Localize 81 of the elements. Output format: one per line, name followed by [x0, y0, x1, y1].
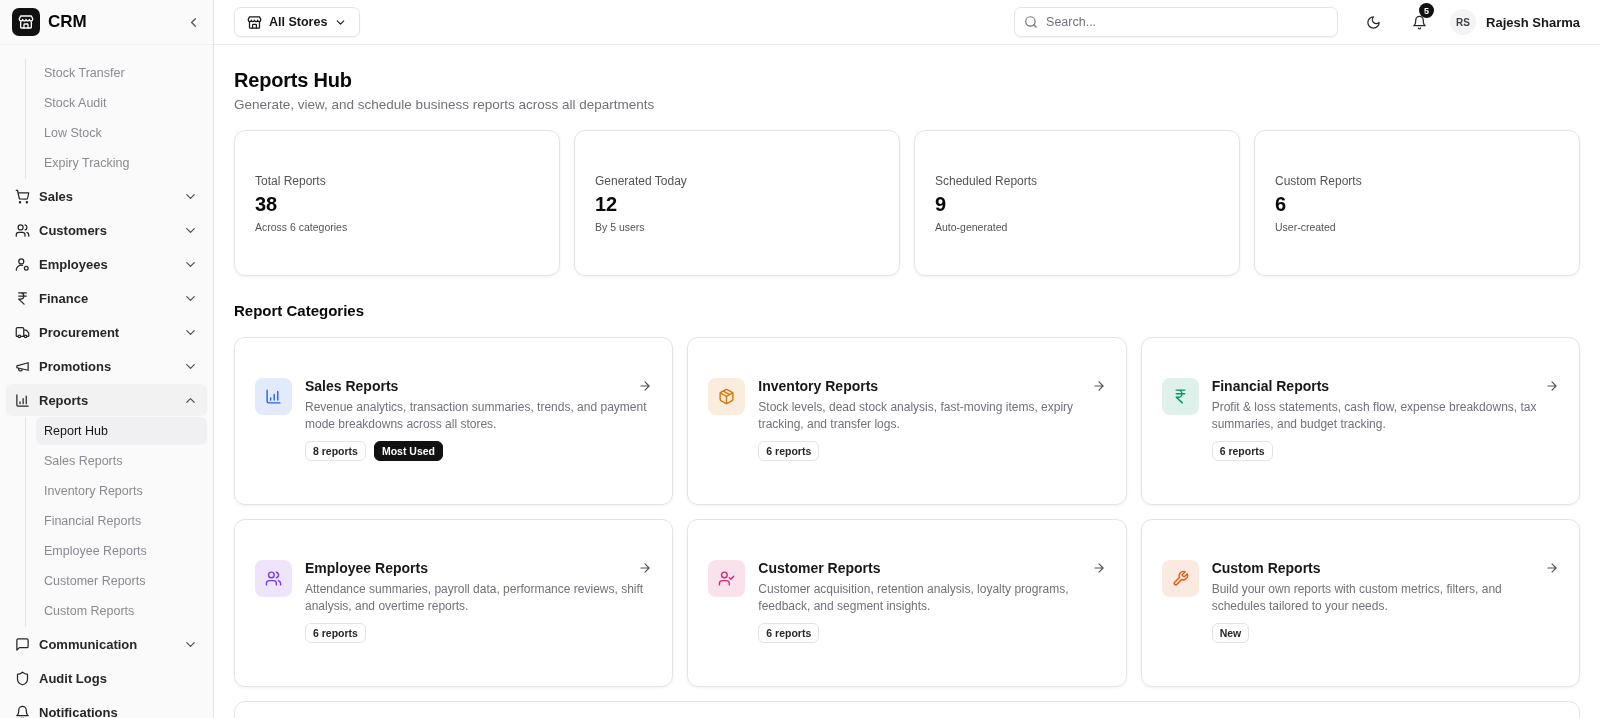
- category-description: Revenue analytics, transaction summaries, trends, and payment mode breakdowns across all stores.: [305, 399, 648, 433]
- arrow-right-icon: [1545, 379, 1559, 393]
- sidebar-item[interactable]: Promotions: [6, 350, 207, 382]
- stat-note: Across 6 categories: [255, 220, 349, 233]
- category-card[interactable]: Financial Reports Profit & loss statements, cash flow, expense breakdowns, tax summaries, and budget tracking. 6 reports: [1140, 337, 1580, 505]
- stat-note: User-created: [1275, 220, 1337, 233]
- user-name[interactable]: Rajesh Sharma: [1486, 14, 1580, 30]
- page-title: Reports Hub: [234, 69, 353, 92]
- category-card[interactable]: Custom Reports Build your own reports with custom metrics, filters, and schedules tailored to your needs. New: [1140, 519, 1580, 687]
- count-tag: 6 reports: [758, 441, 820, 461]
- category-card[interactable]: Employee Reports Attendance summaries, payroll data, performance reviews, shift analysis, and overtime reports. 6 reports: [234, 519, 674, 687]
- arrow-right-icon: [1091, 561, 1106, 575]
- count-tag: 6 reports: [758, 623, 820, 643]
- stat-label: Custom Reports: [1275, 173, 1363, 188]
- count-tag: 6 reports: [1211, 441, 1273, 461]
- highlight-badge: Most Used: [373, 441, 444, 461]
- count-tag: New: [1211, 623, 1250, 643]
- rupee-icon: [15, 290, 30, 306]
- stat-value: 38: [255, 192, 279, 216]
- notifications-icon: [1411, 14, 1427, 30]
- arrow-right-icon: [638, 561, 653, 575]
- arrow-right-icon: [638, 379, 653, 393]
- stat-label: Generated Today: [595, 173, 688, 188]
- sidebar-item[interactable]: Sales: [6, 180, 207, 212]
- stat-label: Total Reports: [255, 173, 327, 188]
- category-description: Customer acquisition, retention analysis, loyalty programs, feedback, and segment insights.: [758, 581, 1070, 615]
- category-title: Customer Reports: [758, 560, 881, 576]
- sidebar-item[interactable]: Communication: [6, 628, 207, 660]
- cart-icon: [15, 188, 30, 204]
- sidebar-item[interactable]: Notifications: [6, 696, 207, 718]
- category-title: Sales Reports: [305, 378, 399, 394]
- category-description: Build your own reports with custom metrics, filters, and schedules tailored to your needs.: [1211, 581, 1503, 615]
- store-icon: [18, 14, 34, 30]
- arrow-right-icon: [1091, 379, 1106, 393]
- notification-count-badge: 5: [1419, 3, 1435, 18]
- notifications-icon: [15, 704, 30, 718]
- stat-value: 6: [1275, 192, 1288, 216]
- app-name: CRM: [48, 12, 88, 32]
- submenu-item[interactable]: Report Hub: [36, 417, 207, 445]
- sidebar-item[interactable]: Audit Logs: [6, 662, 207, 694]
- category-title: Financial Reports: [1211, 378, 1330, 394]
- box-icon: [718, 388, 736, 405]
- people-icon: [15, 222, 30, 238]
- sidebar-item[interactable]: Procurement: [6, 316, 207, 348]
- search-field[interactable]: Search...: [1014, 7, 1339, 37]
- category-title: Custom Reports: [1211, 560, 1321, 576]
- sidebar-item[interactable]: Finance: [6, 282, 207, 314]
- stat-value: 9: [935, 192, 948, 216]
- category-card[interactable]: Inventory Reports Stock levels, dead stock analysis, fast-moving items, expiry tracking, and transfer logs. 6 reports: [687, 337, 1127, 505]
- sidebar-item[interactable]: Customers: [6, 214, 207, 246]
- truck-icon: [15, 324, 30, 340]
- people-icon: [265, 570, 282, 587]
- arrow-right-icon: [1545, 561, 1559, 575]
- count-tag: 6 reports: [305, 623, 366, 643]
- stat-note: By 5 users: [595, 220, 646, 233]
- person-gear-icon: [15, 256, 30, 272]
- category-title: Inventory Reports: [758, 378, 879, 394]
- chat-bubble-icon: [15, 636, 30, 652]
- category-card[interactable]: Customer Reports Customer acquisition, retention analysis, loyalty programs, feedback, and segment insights. 6 reports: [687, 519, 1127, 687]
- sidebar-item[interactable]: Employees: [6, 248, 207, 280]
- category-title: Employee Reports: [305, 560, 428, 576]
- moon-icon: [1365, 14, 1381, 30]
- page-subtitle: Generate, view, and schedule business reports across all departments: [234, 97, 656, 112]
- category-description: Stock levels, dead stock analysis, fast-moving items, expiry tracking, and transfer logs.: [758, 399, 1075, 433]
- stat-label: Scheduled Reports: [935, 173, 1039, 188]
- shield-icon: [15, 670, 30, 686]
- stat-value: 12: [595, 192, 619, 216]
- section-title: Report Categories: [234, 302, 366, 319]
- sidebar-item[interactable]: Reports: [6, 384, 207, 416]
- stat-note: Auto-generated: [935, 220, 1009, 233]
- bar-chart-icon: [265, 388, 282, 405]
- user-avatar[interactable]: RS: [1450, 9, 1477, 35]
- wrench-icon: [1171, 570, 1189, 587]
- store-selector[interactable]: All Stores: [234, 7, 361, 37]
- user-check-icon: [718, 570, 736, 587]
- category-card[interactable]: Sales Reports Revenue analytics, transaction summaries, trends, and payment mode breakdowns across all stores. 8 reports Most Used: [234, 337, 674, 505]
- category-description: Attendance summaries, payroll data, performance reviews, shift analysis, and overtime reports.: [305, 581, 645, 615]
- count-tag: 8 reports: [305, 441, 366, 461]
- category-description: Profit & loss statements, cash flow, expense breakdowns, tax summaries, and budget tracking.: [1211, 399, 1538, 433]
- store-icon: [247, 14, 262, 30]
- bar-chart-icon: [15, 392, 30, 408]
